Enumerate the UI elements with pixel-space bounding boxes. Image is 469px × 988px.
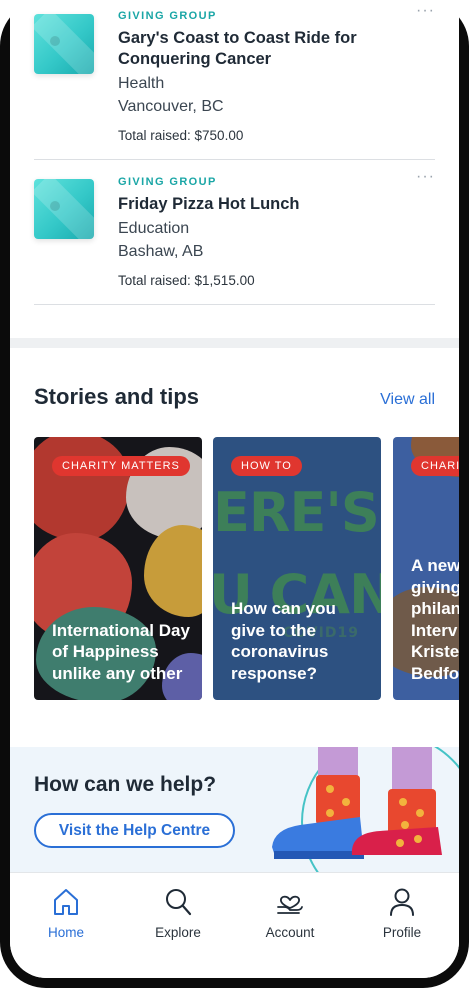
home-icon: [54, 889, 78, 915]
story-card[interactable]: ERE'S HO U CAN HE COVID19 HOW TO How can…: [213, 437, 381, 700]
group-total-raised: Total raised: $750.00: [118, 128, 244, 143]
group-category: Health: [118, 75, 165, 92]
group-info: GIVING GROUP Gary's Coast to Coast Ride …: [118, 10, 418, 143]
nav-explore[interactable]: Explore: [133, 887, 223, 940]
story-card[interactable]: CHARITY MATTERS International Day of Hap…: [34, 437, 202, 700]
story-tag: CHARITY MATTERS: [52, 456, 190, 476]
stories-title: Stories and tips: [34, 384, 200, 409]
nav-label: Home: [47, 925, 84, 940]
nav-label: Account: [265, 925, 315, 940]
story-tag: HOW TO: [231, 456, 302, 476]
story-caption: A new giving philan Interv Kriste Bedfo: [411, 556, 459, 683]
more-options-icon[interactable]: ···: [416, 2, 435, 20]
illustration-blob: [34, 437, 130, 541]
heart-hand-icon: [277, 895, 303, 914]
story-tag: CHARI: [411, 456, 459, 476]
nav-home[interactable]: Home: [21, 887, 111, 940]
group-location: Bashaw, AB: [118, 243, 204, 260]
help-title: How can we help?: [34, 773, 217, 796]
socks-illustration: [272, 747, 459, 872]
story-caption: How can you give to the coronavirus resp…: [231, 599, 336, 683]
group-title: Gary's Coast to Coast Ride for Conquerin…: [118, 29, 357, 68]
giving-group-card[interactable]: ··· GIVING GROUP Gary's Coast to Coast R…: [34, 0, 435, 160]
story-card[interactable]: CHARI A new giving philan Interv Kriste …: [393, 437, 459, 700]
search-icon: [166, 889, 192, 916]
nav-label: Profile: [382, 925, 422, 940]
group-title: Friday Pizza Hot Lunch: [118, 195, 300, 213]
group-thumbnail: [34, 14, 94, 74]
help-section: How can we help? Visit the Help Centre: [10, 747, 459, 872]
nav-profile[interactable]: Profile: [357, 887, 447, 940]
visit-help-centre-button[interactable]: Visit the Help Centre: [34, 813, 235, 848]
illustration-blob: [144, 525, 202, 617]
phone-frame: ··· GIVING GROUP Gary's Coast to Coast R…: [0, 0, 469, 988]
group-location: Vancouver, BC: [118, 98, 224, 115]
more-options-icon[interactable]: ···: [416, 168, 435, 186]
app-screen: ··· GIVING GROUP Gary's Coast to Coast R…: [10, 0, 459, 978]
section-divider: [10, 338, 459, 348]
giving-group-card[interactable]: ··· GIVING GROUP Friday Pizza Hot Lunch …: [34, 160, 435, 305]
story-caption: International Day of Happiness unlike an…: [52, 620, 190, 683]
group-tag: GIVING GROUP: [118, 176, 217, 188]
bottom-navigation: Home Explore Account Profile: [10, 872, 459, 978]
person-icon: [390, 888, 414, 916]
group-tag: GIVING GROUP: [118, 10, 217, 22]
giving-group-list: ··· GIVING GROUP Gary's Coast to Coast R…: [34, 0, 435, 305]
group-category: Education: [118, 220, 190, 237]
nav-account[interactable]: Account: [245, 887, 335, 940]
stories-header: Stories and tips View all: [34, 384, 435, 414]
group-total-raised: Total raised: $1,515.00: [118, 273, 255, 288]
group-thumbnail: [34, 179, 94, 239]
group-info: GIVING GROUP Friday Pizza Hot Lunch Educ…: [118, 176, 418, 288]
story-background-text: ERE'S HO: [213, 481, 381, 544]
view-all-link[interactable]: View all: [380, 391, 435, 409]
nav-label: Explore: [155, 925, 201, 940]
